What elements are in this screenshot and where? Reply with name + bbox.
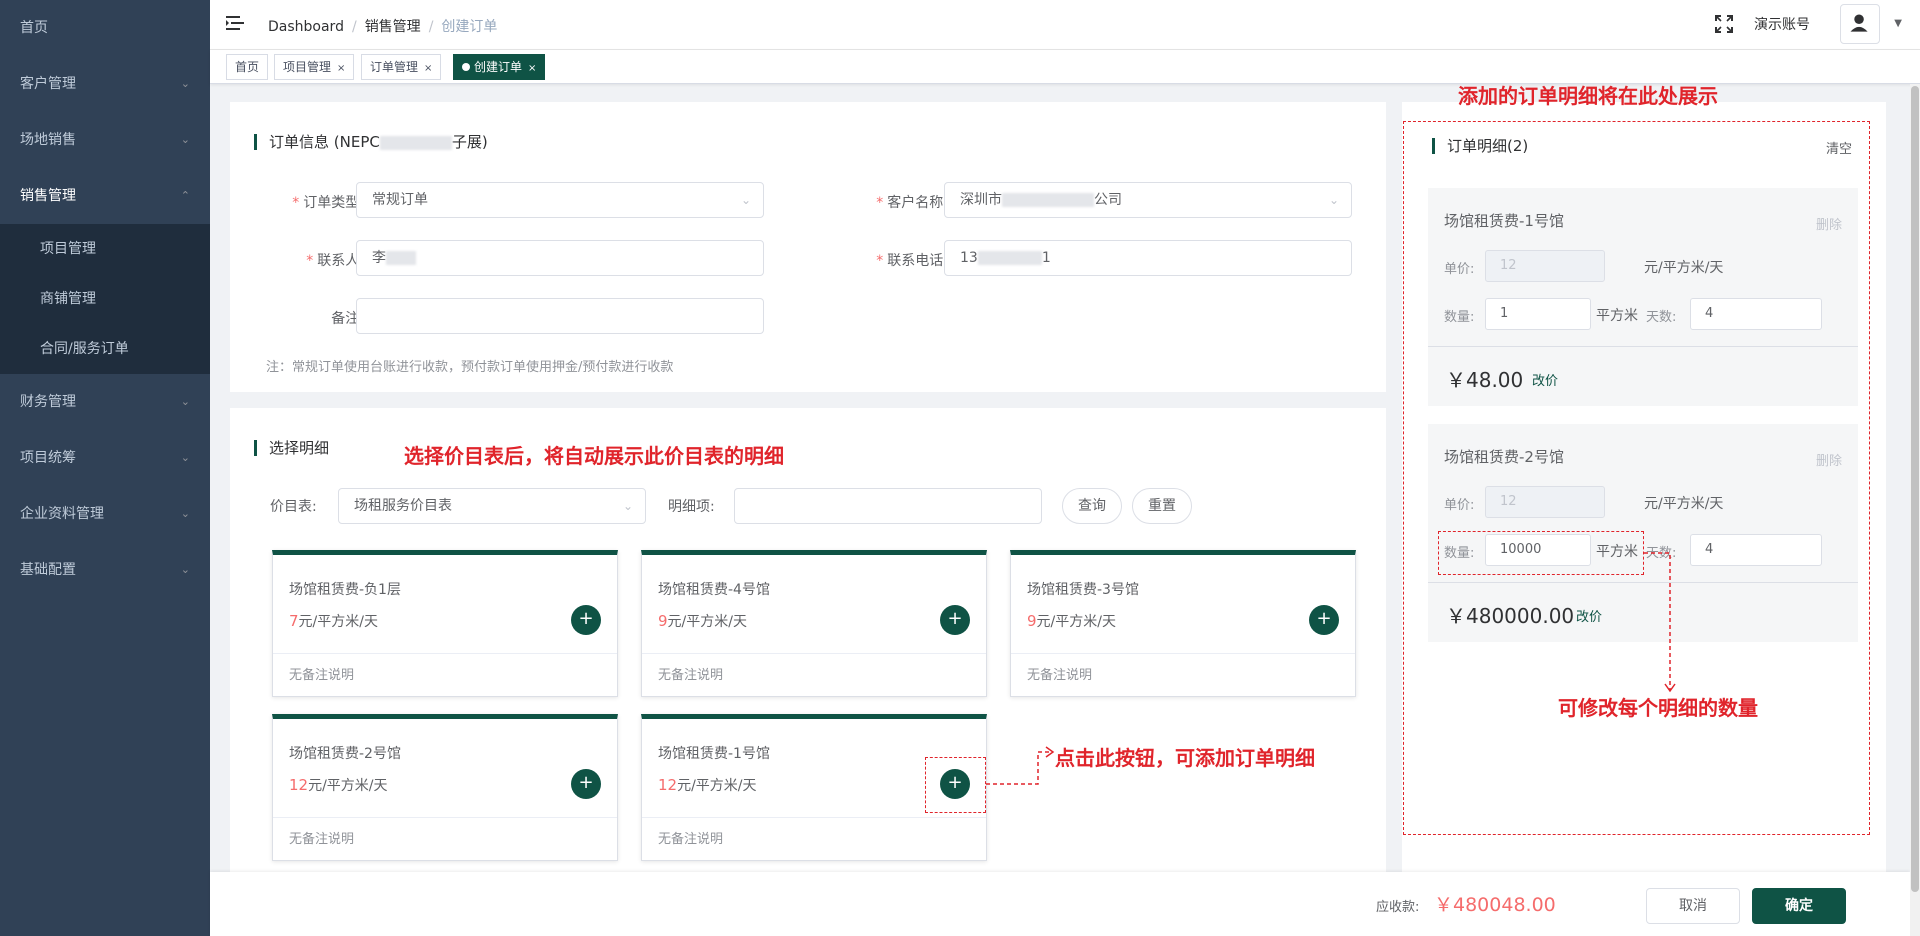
footer-bar: 应收款: ￥480048.00 取消 确定 bbox=[210, 872, 1910, 936]
receivable-value: ￥480048.00 bbox=[1434, 894, 1556, 916]
arrow-qty-hint bbox=[1644, 552, 1671, 690]
receivable-label: 应收款: bbox=[1376, 900, 1420, 915]
annotation-arrows bbox=[986, 552, 1676, 785]
scrollbar-thumb[interactable] bbox=[1911, 86, 1919, 892]
page-scrollbar[interactable] bbox=[1910, 84, 1920, 936]
arrow-add-hint bbox=[986, 751, 1052, 785]
confirm-button[interactable]: 确定 bbox=[1752, 888, 1846, 924]
arrow-qty-hint-head bbox=[1664, 683, 1676, 693]
cancel-button[interactable]: 取消 bbox=[1646, 888, 1740, 924]
